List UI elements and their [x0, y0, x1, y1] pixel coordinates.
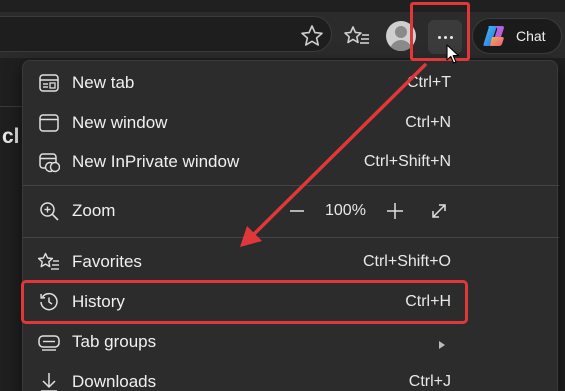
star-add-icon — [301, 25, 323, 46]
menu-item-new-inprivate-window[interactable]: New InPrivate window Ctrl+Shift+N — [23, 142, 559, 182]
zoom-in-button[interactable] — [385, 201, 405, 221]
title-strip — [0, 0, 565, 12]
menu-separator — [23, 185, 559, 186]
menu-item-downloads[interactable]: Downloads Ctrl+J — [23, 362, 559, 391]
downloads-icon — [37, 370, 61, 391]
menu-separator — [23, 237, 559, 238]
zoom-level: 100% — [325, 202, 366, 219]
menu-item-shortcut: Ctrl+Shift+O — [362, 253, 451, 270]
menu-item-shortcut: Ctrl+N — [405, 114, 451, 131]
fullscreen-button[interactable] — [429, 201, 449, 221]
zoom-icon — [37, 199, 61, 223]
browser-window: Chat cl New tab Ctrl+T New window Ctrl+N… — [0, 0, 565, 391]
menu-item-shortcut: Ctrl+Shift+N — [363, 153, 451, 170]
avatar-head — [395, 26, 407, 38]
new-window-icon — [37, 111, 61, 135]
mouse-cursor-icon — [446, 44, 460, 64]
zoom-out-button[interactable] — [287, 201, 307, 221]
menu-item-zoom: Zoom 100% — [23, 191, 559, 231]
browser-toolbar: Chat — [0, 12, 565, 58]
menu-item-new-window[interactable]: New window Ctrl+N — [23, 103, 559, 143]
copilot-chat-button[interactable]: Chat — [472, 18, 562, 54]
menu-item-label: New InPrivate window — [72, 152, 240, 171]
copilot-icon — [483, 26, 504, 46]
add-favorite-button[interactable] — [298, 22, 326, 50]
avatar-body — [390, 40, 412, 51]
menu-item-label: New window — [72, 113, 168, 132]
favorites-button[interactable] — [342, 22, 372, 50]
address-bar[interactable] — [0, 16, 332, 52]
menu-item-new-tab[interactable]: New tab Ctrl+T — [23, 63, 559, 103]
settings-and-more-menu: New tab Ctrl+T New window Ctrl+N New InP… — [22, 60, 559, 391]
menu-item-label: Tab groups — [72, 332, 157, 351]
menu-item-label: Zoom — [72, 201, 116, 220]
minus-icon — [290, 210, 304, 212]
menu-item-shortcut: Ctrl+J — [408, 373, 451, 390]
submenu-arrow-icon — [437, 337, 447, 349]
menu-item-favorites[interactable]: Favorites Ctrl+Shift+O — [23, 242, 559, 282]
menu-item-label: New tab — [72, 73, 135, 92]
fullscreen-icon — [432, 204, 446, 218]
favorites-icon — [344, 26, 369, 44]
page-heading-fragment: cl — [2, 125, 20, 148]
plus-icon — [387, 203, 403, 219]
menu-item-shortcut: Ctrl+T — [407, 74, 451, 91]
new-tab-icon — [37, 71, 61, 95]
page-divider — [0, 106, 22, 107]
highlight-history-item — [21, 280, 468, 324]
menu-item-label: Favorites — [72, 252, 142, 271]
inprivate-icon — [37, 150, 61, 174]
favorites-icon — [37, 250, 61, 274]
chat-label: Chat — [516, 28, 546, 44]
menu-item-label: Downloads — [72, 372, 157, 391]
tab-groups-icon — [37, 330, 61, 354]
menu-item-tab-groups[interactable]: Tab groups — [23, 322, 559, 362]
